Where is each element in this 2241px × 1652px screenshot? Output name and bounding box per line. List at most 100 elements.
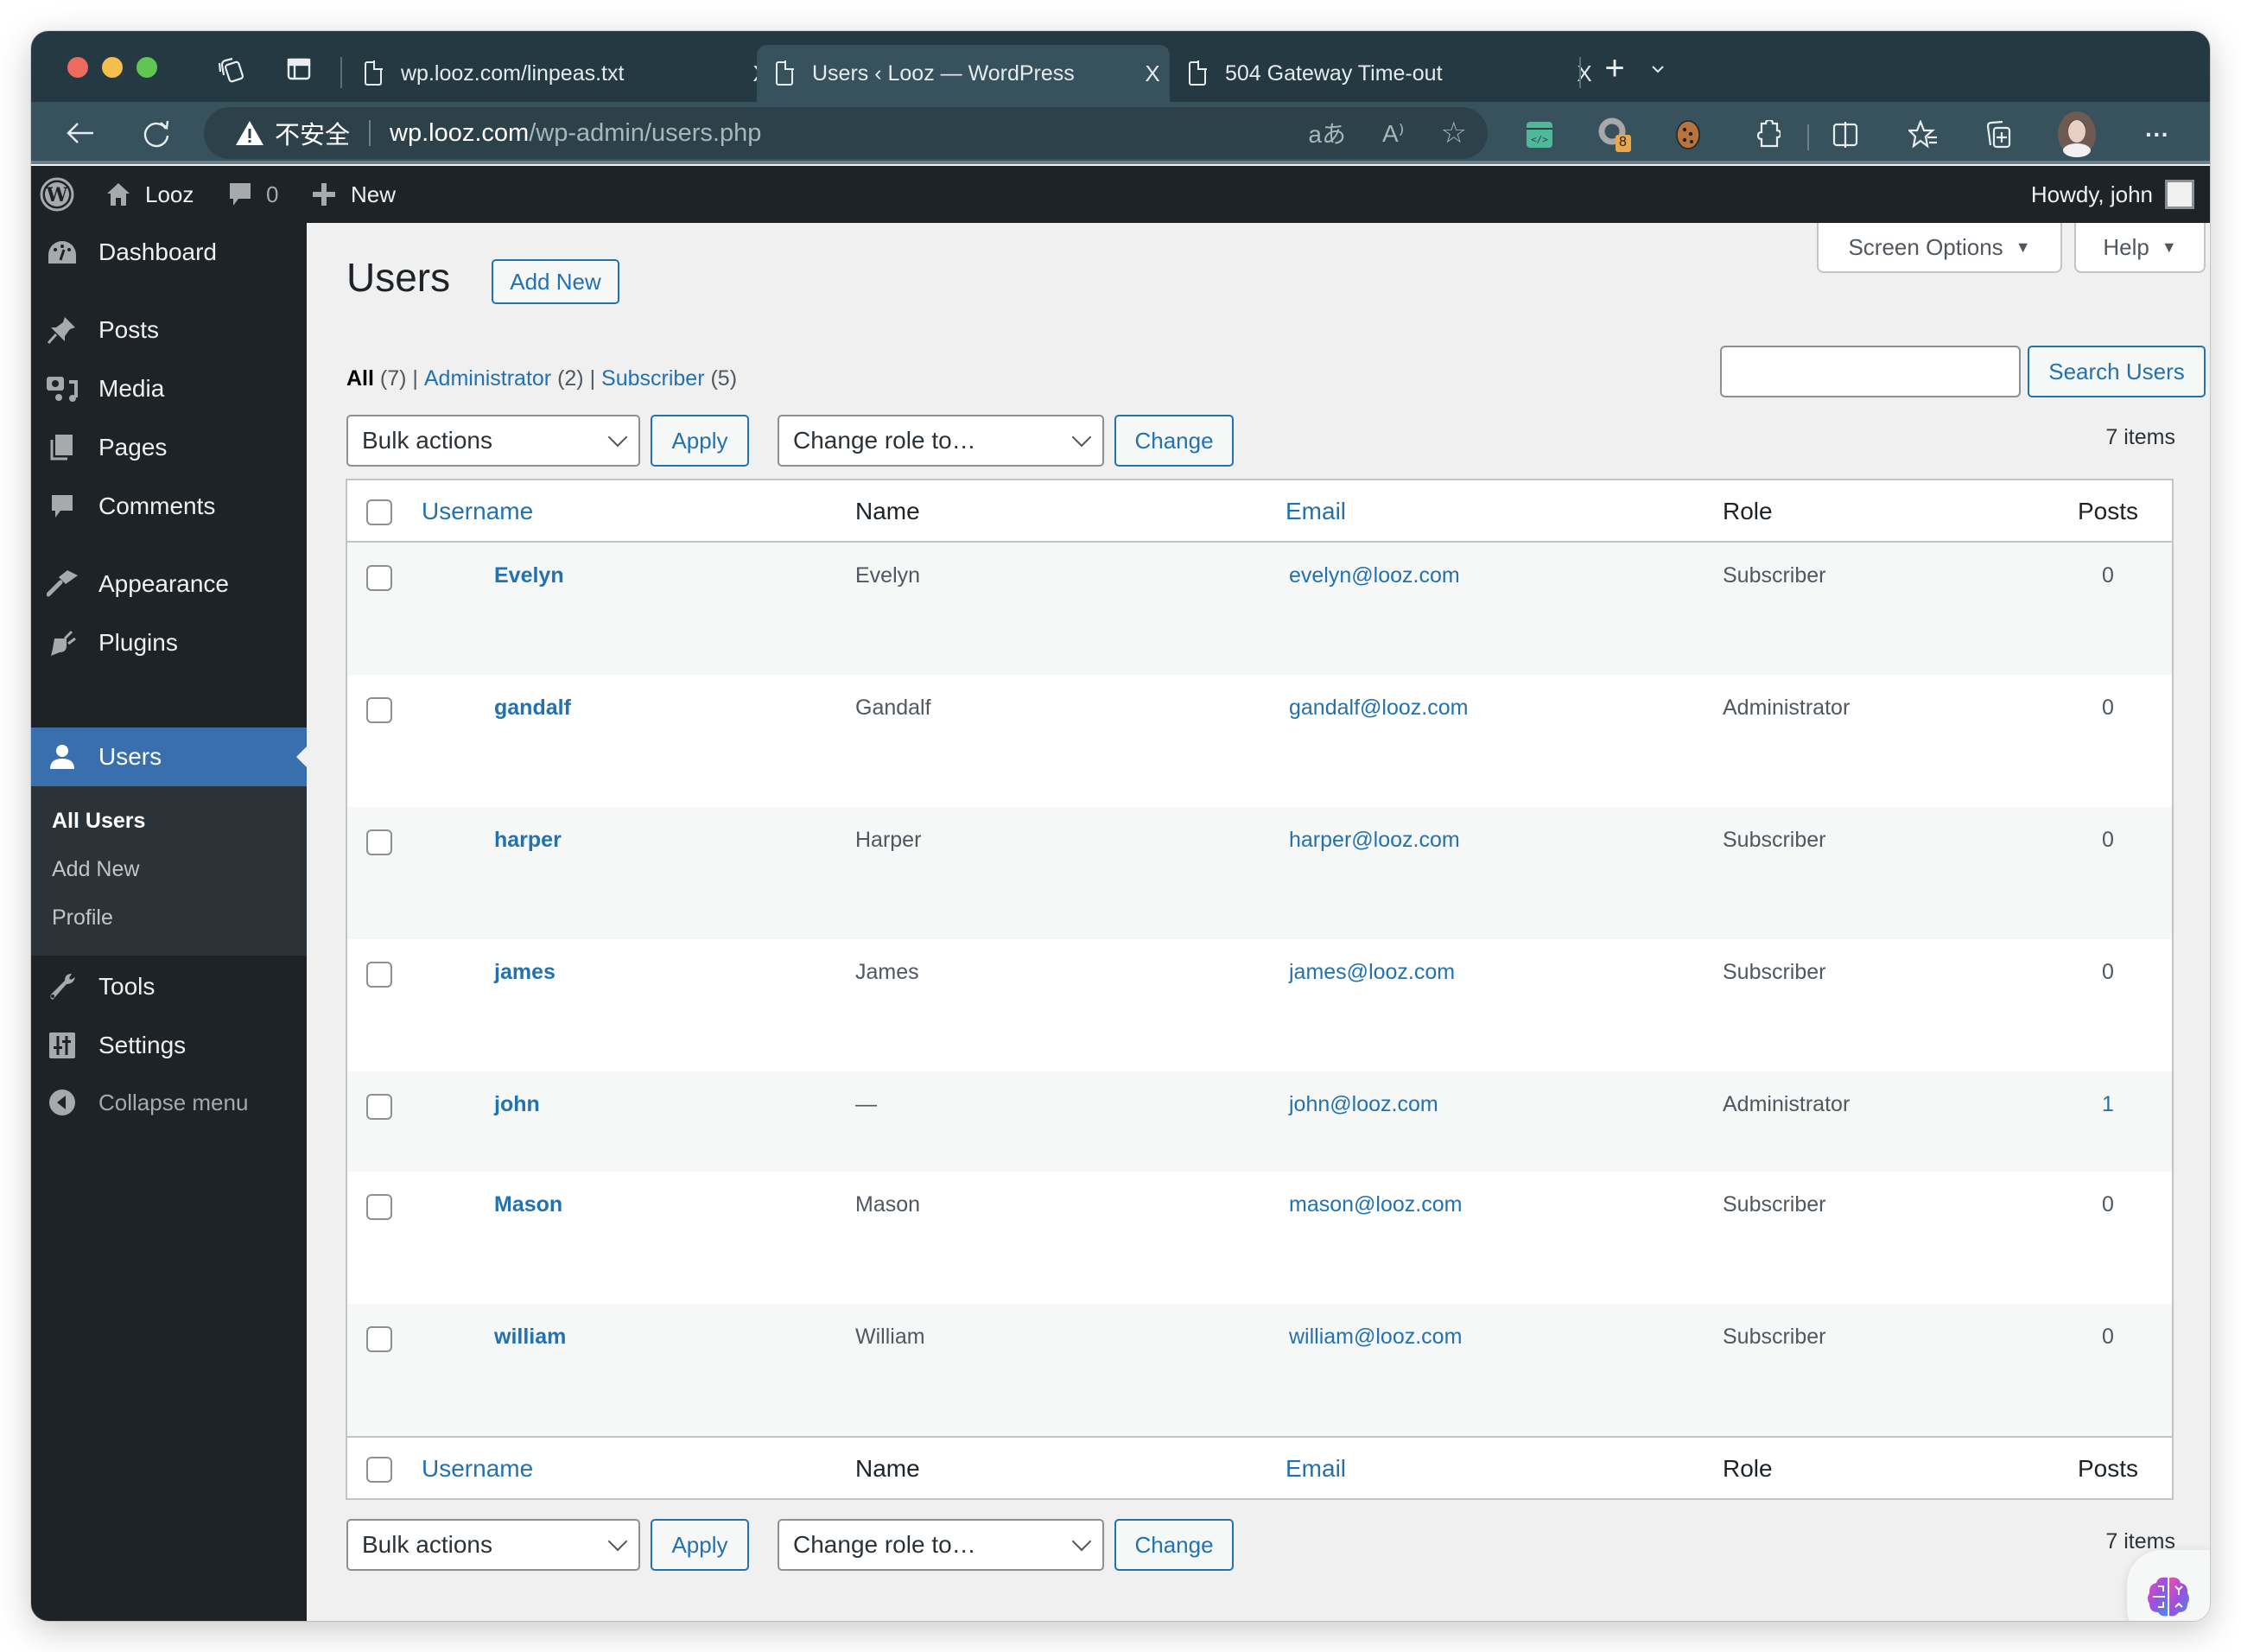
sidebar-item-tools[interactable]: Tools	[31, 957, 307, 1016]
column-email[interactable]: Email	[1286, 498, 1346, 525]
reload-icon[interactable]	[135, 114, 178, 152]
collections-icon[interactable]	[1982, 118, 2016, 152]
email-link[interactable]: evelyn@looz.com	[1289, 563, 1460, 588]
read-aloud-icon[interactable]: A⁾	[1382, 119, 1405, 148]
user-name: Evelyn	[855, 563, 921, 588]
extensions-puzzle-icon[interactable]	[1750, 118, 1785, 152]
row-checkbox[interactable]	[366, 1194, 392, 1220]
profile-avatar[interactable]	[2056, 111, 2098, 157]
select-all-checkbox-footer[interactable]	[366, 1457, 392, 1483]
not-secure-label[interactable]: 不安全	[275, 115, 350, 151]
username-link[interactable]: Mason	[494, 1192, 562, 1217]
wordpress-logo-icon[interactable]: W	[40, 166, 74, 223]
username-link[interactable]: william	[494, 1325, 566, 1350]
new-content-link[interactable]: New	[313, 166, 396, 223]
view-administrator[interactable]: Administrator	[424, 366, 551, 391]
favorites-icon[interactable]	[1906, 118, 1940, 152]
bulk-actions-select-top[interactable]: Bulk actions	[346, 415, 640, 467]
change-role-select-bottom[interactable]: Change role to…	[778, 1519, 1104, 1571]
favorite-star-icon[interactable]: ☆	[1441, 116, 1467, 150]
search-users-button[interactable]: Search Users	[2028, 346, 2206, 397]
collapse-menu-button[interactable]: Collapse menu	[31, 1073, 307, 1132]
column-username[interactable]: Username	[422, 498, 533, 525]
tab-close-button[interactable]: X	[1135, 60, 1170, 87]
email-link[interactable]: gandalf@looz.com	[1289, 696, 1468, 721]
back-arrow-icon[interactable]	[59, 114, 102, 152]
toolbar-separator	[1807, 124, 1809, 150]
sidebar-item-comments[interactable]: Comments	[31, 477, 307, 536]
site-name-link[interactable]: Looz	[105, 166, 194, 223]
username-link[interactable]: gandalf	[494, 696, 571, 721]
add-new-user-button[interactable]: Add New	[492, 259, 619, 304]
cookie-extension-icon[interactable]	[1671, 118, 1705, 152]
code-extension-icon[interactable]: </>	[1522, 118, 1557, 152]
submenu-add-new[interactable]: Add New	[52, 857, 139, 882]
email-link[interactable]: john@looz.com	[1289, 1092, 1438, 1117]
help-button[interactable]: Help ▼	[2074, 223, 2206, 273]
select-all-checkbox[interactable]	[366, 499, 392, 525]
view-subscriber[interactable]: Subscriber	[601, 366, 705, 391]
submenu-all-users[interactable]: All Users	[52, 809, 145, 834]
apply-button-top[interactable]: Apply	[651, 415, 749, 467]
sidebar-item-label: Users	[98, 743, 162, 770]
row-checkbox[interactable]	[366, 1094, 392, 1120]
sidebar-item-pages[interactable]: Pages	[31, 418, 307, 477]
tab-title: 504 Gateway Time-out	[1225, 60, 1443, 86]
sidebar-item-posts[interactable]: Posts	[31, 301, 307, 359]
row-checkbox[interactable]	[366, 962, 392, 988]
vertical-tabs-icon[interactable]	[282, 52, 316, 86]
split-screen-icon[interactable]	[1828, 118, 1863, 152]
address-bar[interactable]: 不安全 wp.looz.com/wp-admin/users.php aあ A⁾…	[204, 107, 1488, 159]
apply-button-bottom[interactable]: Apply	[651, 1519, 749, 1571]
new-tab-button[interactable]: +	[1593, 48, 1636, 88]
sidebar-item-users[interactable]: Users	[31, 728, 307, 786]
table-row: john — john@looz.com Administrator 1	[347, 1071, 2172, 1172]
close-window-button[interactable]	[67, 57, 88, 78]
column-name: Name	[855, 498, 920, 524]
warning-icon[interactable]	[235, 120, 264, 146]
username-link[interactable]: james	[494, 960, 555, 985]
username-link[interactable]: harper	[494, 828, 562, 853]
maximize-window-button[interactable]	[136, 57, 157, 78]
more-menu-icon[interactable]: ···	[2136, 118, 2179, 152]
tab-504-gateway-timeout[interactable]: 504 Gateway Time-out X	[1170, 45, 1602, 102]
email-link[interactable]: james@looz.com	[1289, 960, 1455, 985]
post-count[interactable]: 1	[2082, 1092, 2134, 1117]
collapse-menu-label: Collapse menu	[98, 1089, 249, 1115]
tab-linpeas[interactable]: wp.looz.com/linpeas.txt X	[346, 45, 778, 102]
sidebar-item-settings[interactable]: Settings	[31, 1016, 307, 1075]
screen-options-button[interactable]: Screen Options ▼	[1817, 223, 2062, 273]
extension-badge-icon[interactable]: 8	[1597, 118, 1635, 152]
change-role-select-top[interactable]: Change role to…	[778, 415, 1104, 467]
bulk-actions-select-bottom[interactable]: Bulk actions	[346, 1519, 640, 1571]
tab-list-chevron-icon[interactable]	[1645, 54, 1671, 85]
ai-assistant-button[interactable]	[2127, 1550, 2210, 1621]
row-checkbox[interactable]	[366, 697, 392, 723]
minimize-window-button[interactable]	[102, 57, 123, 78]
row-checkbox[interactable]	[366, 829, 392, 855]
email-link[interactable]: harper@looz.com	[1289, 828, 1460, 853]
row-checkbox[interactable]	[366, 1326, 392, 1352]
change-button-top[interactable]: Change	[1114, 415, 1234, 467]
sidebar-item-media[interactable]: Media	[31, 359, 307, 418]
view-all[interactable]: All	[346, 366, 374, 391]
row-checkbox[interactable]	[366, 565, 392, 591]
column-username[interactable]: Username	[422, 1455, 533, 1483]
translate-icon[interactable]: aあ	[1308, 116, 1346, 150]
search-users-input[interactable]	[1720, 346, 2021, 397]
username-link[interactable]: Evelyn	[494, 563, 564, 588]
comments-link[interactable]: 0	[228, 166, 278, 223]
email-link[interactable]: william@looz.com	[1289, 1325, 1462, 1350]
tab-users-wordpress[interactable]: Users ‹ Looz — WordPress X	[757, 45, 1170, 102]
email-link[interactable]: mason@looz.com	[1289, 1192, 1462, 1217]
my-account-link[interactable]: Howdy, john	[2031, 166, 2194, 223]
submenu-profile[interactable]: Profile	[52, 905, 113, 931]
browser-window: wp.looz.com/linpeas.txt X Users ‹ Looz —…	[31, 31, 2210, 1621]
change-button-bottom[interactable]: Change	[1114, 1519, 1234, 1571]
sidebar-item-appearance[interactable]: Appearance	[31, 555, 307, 613]
workspaces-icon[interactable]	[214, 52, 249, 86]
sidebar-item-dashboard[interactable]: Dashboard	[31, 223, 307, 282]
column-email[interactable]: Email	[1286, 1455, 1346, 1483]
sidebar-item-plugins[interactable]: Plugins	[31, 613, 307, 672]
username-link[interactable]: john	[494, 1092, 540, 1117]
